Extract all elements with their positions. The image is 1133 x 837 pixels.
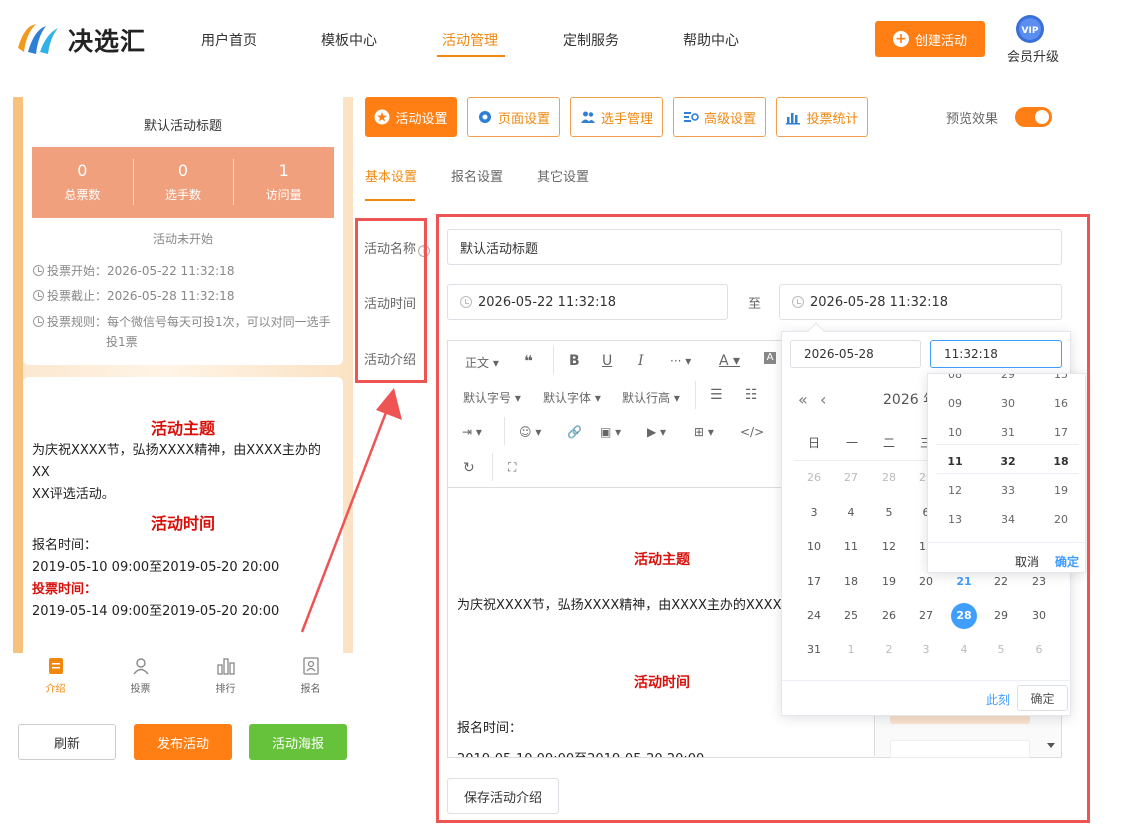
stat-label: 总票数 bbox=[64, 188, 101, 202]
brand-logo-icon bbox=[18, 24, 58, 54]
tab-activity-settings[interactable]: 活动设置 bbox=[365, 97, 457, 137]
refresh-button[interactable]: 刷新 bbox=[18, 724, 116, 760]
stat-value: 0 bbox=[177, 161, 189, 180]
brand-name: 决选汇 bbox=[68, 27, 147, 56]
create-activity-label: 创建活动 bbox=[914, 33, 967, 49]
preview-stats: 0 总票数 0 选手数 1 访问量 bbox=[32, 147, 334, 218]
user-icon bbox=[132, 658, 149, 675]
subtab-basic-settings[interactable]: 基本设置 bbox=[365, 166, 417, 185]
nav-active-indicator bbox=[437, 55, 505, 57]
vote-end-text: 投票截止：2026-05-28 11:32:18 bbox=[47, 289, 235, 303]
preview-decoration-left bbox=[13, 97, 23, 653]
tab-vote-statistics[interactable]: 投票统计 bbox=[776, 97, 868, 137]
vip-crown-icon[interactable]: VIP bbox=[1015, 14, 1045, 44]
tab-ranking[interactable]: 排行 bbox=[183, 653, 268, 697]
plus-icon: + bbox=[892, 31, 909, 47]
clock-icon bbox=[33, 290, 44, 301]
tab-label: 页面设置 bbox=[497, 111, 550, 127]
preview-effect-toggle[interactable] bbox=[1015, 107, 1052, 127]
activity-poster-button[interactable]: 活动海报 bbox=[249, 724, 347, 760]
vote-start-row: 投票开始：2026-05-22 11:32:18 bbox=[33, 261, 234, 281]
vote-rule-text: 投票规则：每个微信号每天可投1次，可以对同一选手 bbox=[47, 315, 331, 329]
nav-custom-service[interactable]: 定制服务 bbox=[563, 30, 619, 50]
sliders-icon bbox=[683, 112, 699, 122]
preview-summary-card: 默认活动标题 0 总票数 0 选手数 1 访问量 活动未开始 投票开始：2026… bbox=[23, 97, 343, 365]
ranking-icon bbox=[216, 658, 235, 675]
vip-badge-text: VIP bbox=[1022, 26, 1039, 36]
tab-label: 投票统计 bbox=[806, 111, 859, 127]
vote-start-text: 投票开始：2026-05-22 11:32:18 bbox=[47, 264, 235, 278]
clock-icon bbox=[33, 265, 44, 276]
preview-tabbar: 介绍 投票 排行 报名 bbox=[13, 653, 353, 697]
preview-effect-label: 预览效果 bbox=[946, 112, 999, 127]
highlight-box-labels bbox=[355, 218, 427, 383]
tab-signup[interactable]: 报名 bbox=[268, 653, 353, 697]
tab-intro[interactable]: 介绍 bbox=[13, 653, 98, 697]
vip-upgrade-link[interactable]: 会员升级 bbox=[1007, 46, 1059, 65]
subtab-other-settings[interactable]: 其它设置 bbox=[537, 166, 589, 185]
nav-templates[interactable]: 模板中心 bbox=[321, 30, 377, 50]
stat-value: 0 bbox=[77, 161, 88, 180]
vote-rule-row: 投票规则：每个微信号每天可投1次，可以对同一选手 bbox=[33, 312, 331, 332]
tab-label: 高级设置 bbox=[703, 111, 756, 127]
tab-label: 报名 bbox=[300, 684, 321, 695]
tab-label: 投票 bbox=[130, 684, 151, 695]
tab-label: 活动设置 bbox=[395, 111, 448, 127]
stat-total-votes: 0 总票数 bbox=[32, 147, 133, 218]
signup-icon bbox=[302, 657, 319, 675]
tab-vote[interactable]: 投票 bbox=[98, 653, 183, 697]
bar-chart-icon bbox=[786, 113, 801, 125]
intro-icon bbox=[48, 658, 63, 674]
nav-activity-management[interactable]: 活动管理 bbox=[442, 30, 498, 50]
stat-visits: 1 访问量 bbox=[233, 147, 334, 218]
gear-icon bbox=[478, 111, 491, 123]
stat-label: 选手数 bbox=[165, 188, 202, 202]
stat-contestants: 0 选手数 bbox=[132, 147, 234, 218]
nav-home[interactable]: 用户首页 bbox=[201, 30, 257, 50]
clock-icon bbox=[33, 316, 44, 327]
subtab-active-indicator bbox=[365, 199, 415, 201]
publish-activity-button[interactable]: 发布活动 bbox=[134, 724, 232, 760]
activity-status: 活动未开始 bbox=[152, 232, 213, 246]
highlight-box-form bbox=[436, 214, 1090, 823]
tab-contestant-management[interactable]: 选手管理 bbox=[570, 97, 663, 137]
preview-title: 默认活动标题 bbox=[143, 119, 222, 134]
create-activity-button[interactable]: + 创建活动 bbox=[875, 21, 985, 57]
stat-label: 访问量 bbox=[265, 188, 302, 202]
nav-help-center[interactable]: 帮助中心 bbox=[683, 30, 739, 50]
star-circle-icon bbox=[374, 109, 390, 125]
tab-label: 介绍 bbox=[45, 684, 66, 695]
tab-label: 选手管理 bbox=[600, 111, 653, 127]
tab-page-settings[interactable]: 页面设置 bbox=[467, 97, 560, 137]
tab-advanced-settings[interactable]: 高级设置 bbox=[673, 97, 766, 137]
tab-label: 排行 bbox=[215, 684, 236, 695]
users-icon bbox=[580, 111, 595, 123]
annotation-arrow-icon bbox=[300, 388, 402, 633]
vote-end-row: 投票截止：2026-05-28 11:32:18 bbox=[33, 286, 234, 306]
subtab-signup-settings[interactable]: 报名设置 bbox=[451, 166, 503, 185]
stat-value: 1 bbox=[278, 161, 289, 180]
top-header: 决选汇 用户首页 模板中心 活动管理 定制服务 帮助中心 + 创建活动 VIP … bbox=[0, 0, 1133, 80]
vote-rule-row-2: 投1票 bbox=[106, 335, 138, 349]
